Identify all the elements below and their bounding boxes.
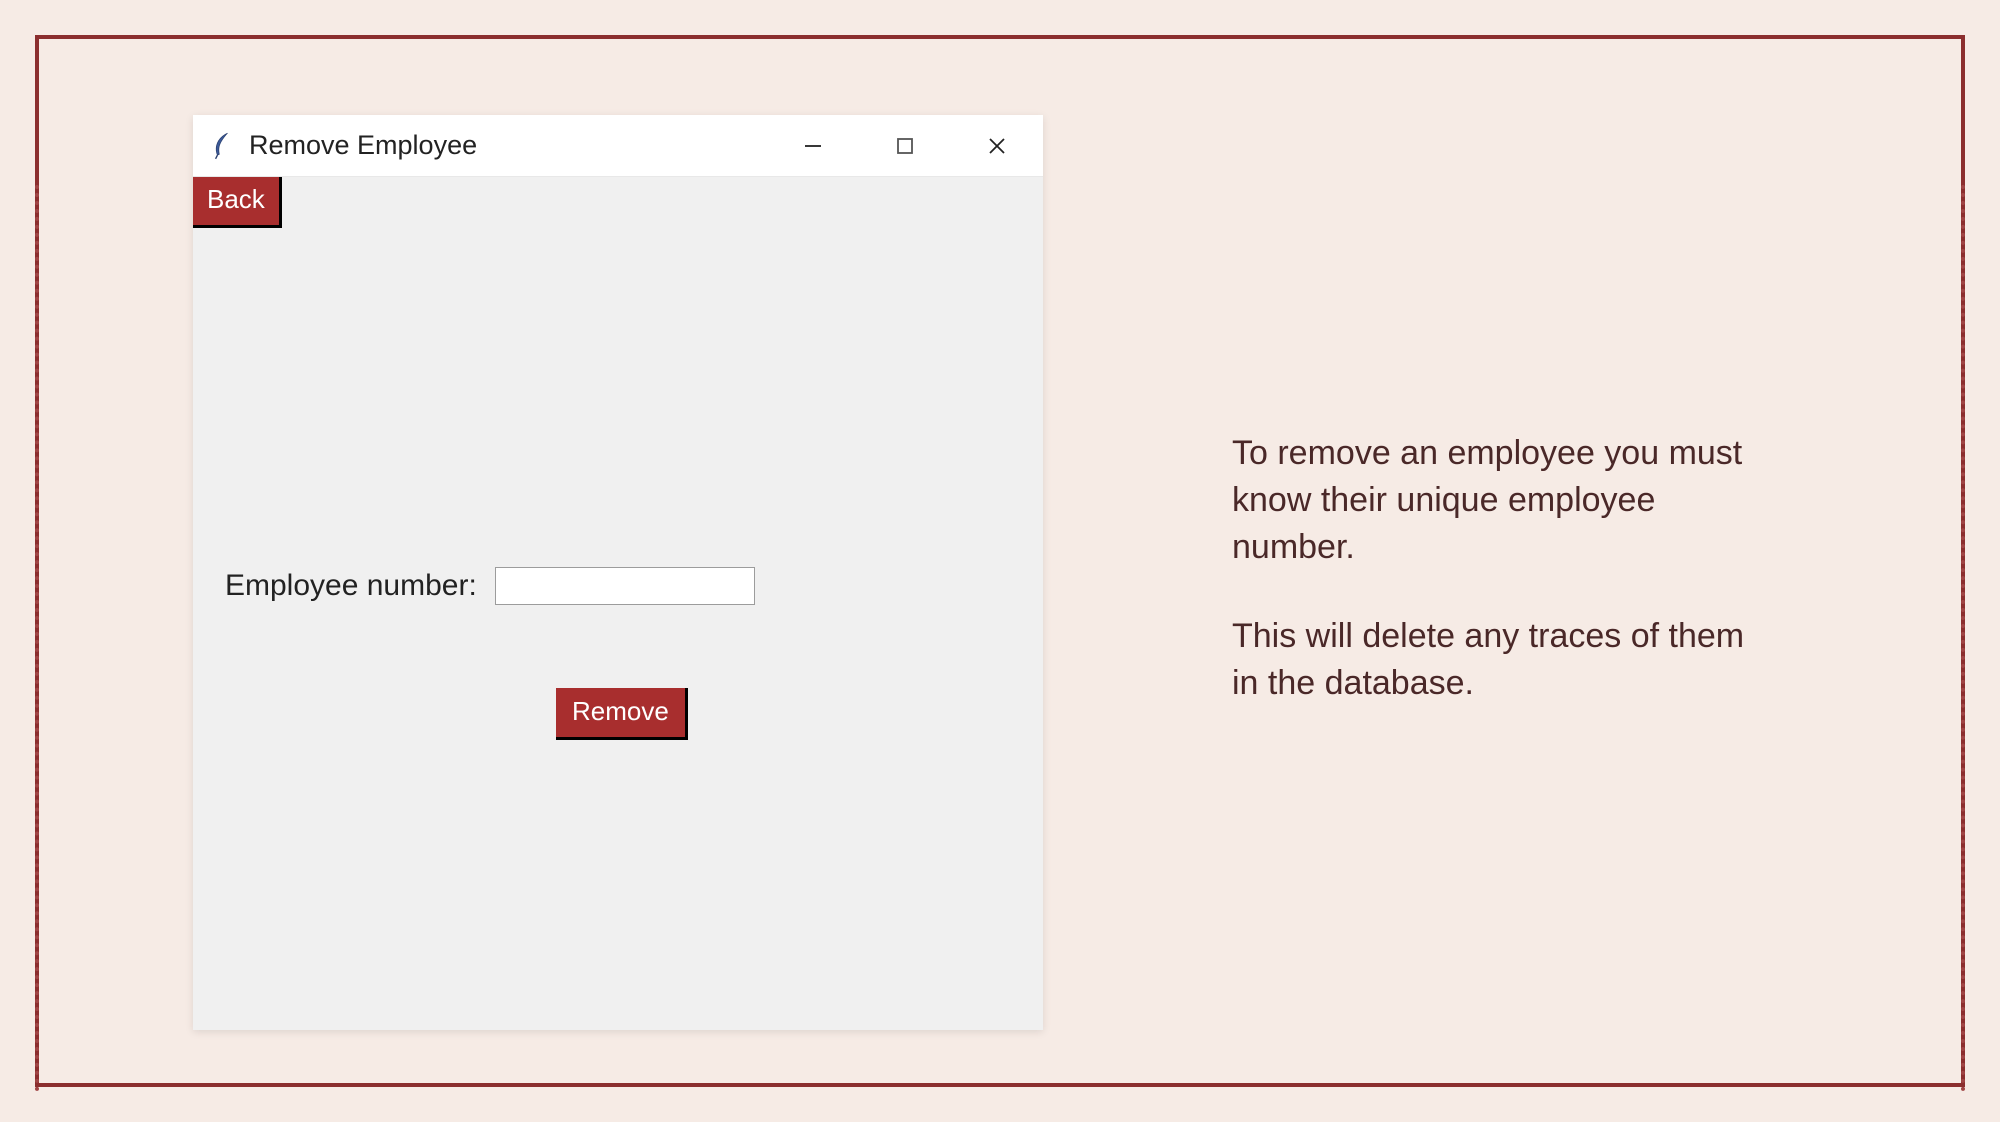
description-para-2: This will delete any traces of them in t…: [1232, 613, 1757, 707]
close-button[interactable]: [951, 115, 1043, 176]
employee-number-label: Employee number:: [225, 569, 477, 603]
maximize-button[interactable]: [859, 115, 951, 176]
slide-frame-dotted-left: [35, 185, 39, 1092]
back-button[interactable]: Back: [193, 177, 282, 228]
remove-button[interactable]: Remove: [556, 688, 688, 740]
window-body: Back Employee number: Remove: [193, 177, 1043, 1030]
app-window: Remove Employee Back Employee number: Re…: [193, 115, 1043, 1030]
window-title: Remove Employee: [249, 130, 767, 161]
minimize-button[interactable]: [767, 115, 859, 176]
tk-feather-icon: [209, 130, 235, 162]
description-para-1: To remove an employee you must know thei…: [1232, 430, 1757, 571]
titlebar: Remove Employee: [193, 115, 1043, 177]
employee-number-row: Employee number:: [225, 567, 755, 605]
window-controls: [767, 115, 1043, 176]
description-text: To remove an employee you must know thei…: [1232, 430, 1757, 749]
slide-frame-dotted-right: [1961, 185, 1965, 1092]
employee-number-input[interactable]: [495, 567, 755, 605]
